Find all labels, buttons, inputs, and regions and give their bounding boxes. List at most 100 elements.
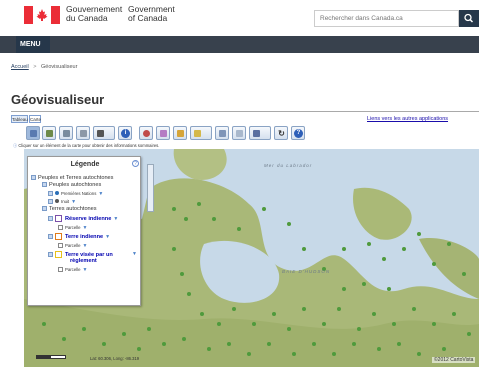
gov-line: du Canada [66,13,108,23]
filter-icon[interactable]: ▼ [71,199,76,205]
legend-item-terre-indienne[interactable]: Terre indienne ▼ [48,233,110,240]
select-icon [30,130,37,137]
checkbox[interactable] [58,225,63,230]
legend-panel: Légende ? Peuples et Terres autochtones … [27,156,141,306]
help-button[interactable]: ? [291,126,305,140]
layers-icon [63,130,70,137]
draw-button[interactable] [156,126,170,140]
legend-item-premieres-nations[interactable]: Premières Nations ▼ [48,191,103,197]
legend-group-peuples[interactable]: Peuples autochtones [42,182,101,188]
refresh-icon: ↻ [278,129,285,138]
grid-button[interactable] [76,126,90,140]
site-header: Gouvernement du Canada Government of Can… [0,0,479,28]
print-icon [97,130,104,137]
checkbox[interactable] [31,175,36,180]
government-name-en: Government of Canada [128,5,175,23]
help-icon: ? [294,129,303,138]
checkbox[interactable] [48,234,53,239]
legend-item-terre-visee[interactable]: Terre visée par un [48,251,113,258]
checkbox[interactable] [48,252,53,257]
zoom-button[interactable] [139,126,153,140]
table-button[interactable] [42,126,56,140]
orange-swatch-icon [55,233,62,240]
filter-icon[interactable]: ▼ [98,191,103,197]
map-label-labrador-sea: Mer du Labrador [264,163,313,168]
checkbox[interactable] [48,199,53,204]
checkbox[interactable] [58,243,63,248]
print-button[interactable] [93,126,115,140]
tab-tableau[interactable]: Tableau [11,115,28,123]
legend-label: Peuples autochtones [49,182,102,188]
select-button[interactable] [26,126,40,140]
legend-label: Parcelle [65,267,81,272]
search-input[interactable] [314,10,459,27]
checkbox[interactable] [42,206,47,211]
breadcrumb-separator: > [33,64,37,70]
menu-label: MENU [20,41,41,48]
menu-button[interactable]: MENU ▼ [16,36,50,65]
legend-item-parcelle[interactable]: Parcelle ▼ [58,267,87,273]
filter-icon[interactable]: ▼ [113,216,118,222]
legend-group-terres[interactable]: Terres autochtones [42,206,97,212]
filter-button[interactable] [173,126,187,140]
legend-item-terre-visee-filter[interactable]: ▼ [130,251,137,257]
breadcrumb-current: Géovisualiseur [41,64,78,70]
draw-icon [160,130,167,137]
map-copyright: ©2012 CartoVista [432,357,476,363]
email-button[interactable] [232,126,246,140]
legend-item-reserve-indienne[interactable]: Réserve indienne ▼ [48,215,118,222]
checkbox[interactable] [48,191,53,196]
filter-icon[interactable]: ▼ [83,243,88,249]
save-icon [253,130,260,137]
layers-button[interactable] [59,126,73,140]
identify-icon: i [121,129,130,138]
identify-button[interactable]: i [118,126,132,140]
filter-icon[interactable]: ▼ [132,251,137,257]
filter-icon[interactable]: ▼ [83,267,88,273]
legend-label: Réserve indienne [65,216,112,222]
blue-dot-icon [55,191,59,195]
table-icon [46,130,53,137]
filter-icon[interactable]: ▼ [105,234,110,240]
other-applications-link[interactable]: Liens vers les autres applications [367,116,448,122]
tools-button[interactable] [190,126,212,140]
grid-icon [80,130,87,137]
legend-label: Premières Nations [61,191,97,196]
refresh-button[interactable]: ↻ [274,126,288,140]
page-title: Géovisualiseur [11,92,105,107]
legend-group-peuples-terres[interactable]: Peuples et Terres autochtones [31,175,113,181]
legend-label: Terre indienne [65,234,104,240]
filter-icon[interactable]: ▼ [83,225,88,231]
export-button[interactable] [215,126,229,140]
legend-item-parcelle[interactable]: Parcelle ▼ [58,243,87,249]
legend-label: Terres autochtones [49,206,97,212]
main-menu-bar: MENU ▼ [0,36,479,65]
purple-swatch-icon [55,215,62,222]
canada-flag-logo[interactable] [24,6,60,24]
breadcrumb-home-link[interactable]: Accueil [11,64,29,70]
checkbox[interactable] [48,216,53,221]
gov-line: of Canada [128,13,168,23]
breadcrumb: Accueil > Géovisualiseur [11,64,77,70]
tab-carte[interactable]: Carte [29,115,41,123]
info-icon: ⓘ [13,143,18,148]
page: Gouvernement du Canada Government of Can… [0,0,479,367]
legend-label: Parcelle [65,225,81,230]
map-label-hudson-bay: BAIE D'HUDSON [282,269,331,274]
export-icon [219,130,226,137]
cursor-coordinates: Lat: 60.306, Long: -86.319 [90,356,140,361]
checkbox[interactable] [42,182,47,187]
save-button[interactable] [249,126,271,140]
legend-help-icon[interactable]: ? [132,160,139,167]
yellow-swatch-icon [55,251,62,258]
zoom-slider[interactable] [147,164,154,212]
legend-item-terre-visee-line2: règlement [70,258,97,264]
checkbox[interactable] [58,267,63,272]
search-icon [464,13,474,23]
gray-dot-icon [55,199,59,203]
search-button[interactable] [459,10,479,27]
legend-title: Légende [70,161,100,168]
legend-item-parcelle[interactable]: Parcelle ▼ [58,225,87,231]
scale-bar [36,355,66,359]
legend-item-inuit[interactable]: Inuit ▼ [48,199,76,205]
